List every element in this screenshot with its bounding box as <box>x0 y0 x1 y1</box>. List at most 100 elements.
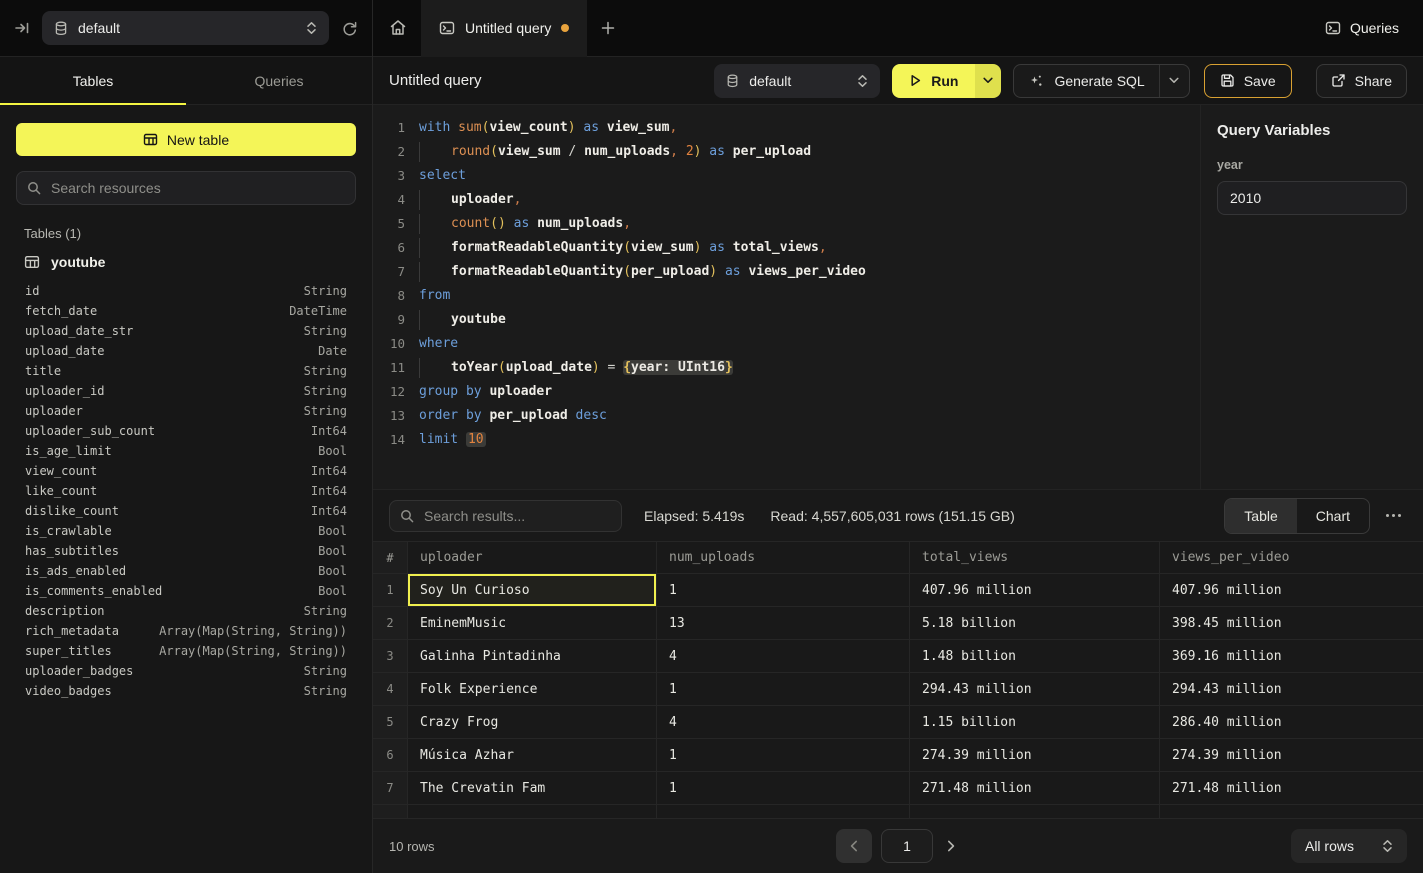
queries-button[interactable]: Queries <box>1325 20 1399 36</box>
table-cell[interactable]: 271.48 million <box>910 772 1160 804</box>
tab-tables[interactable]: Tables <box>0 57 186 104</box>
home-icon[interactable] <box>389 19 407 37</box>
collapse-sidebar-icon[interactable] <box>14 20 30 36</box>
table-cell[interactable]: Folk Experience <box>408 673 657 705</box>
column-type: Int64 <box>311 504 347 518</box>
editor-line[interactable]: 11toYear(upload_date) = {year: UInt16} <box>373 356 1200 380</box>
table-header-cell[interactable]: # <box>373 542 408 573</box>
table-cell[interactable]: 5.18 billion <box>910 607 1160 639</box>
line-code: select <box>419 164 466 188</box>
new-tab-icon[interactable] <box>601 21 615 35</box>
results-search[interactable] <box>389 500 622 532</box>
new-table-button[interactable]: New table <box>16 123 356 156</box>
column-name: is_age_limit <box>25 444 112 458</box>
table-cell[interactable]: EminemMusic <box>408 607 657 639</box>
query-tabbar: Untitled query Queries <box>373 0 1423 57</box>
save-button-label: Save <box>1244 73 1276 89</box>
sql-editor[interactable]: 1with sum(view_count) as view_sum,2round… <box>373 105 1200 489</box>
table-cell[interactable]: 1 <box>657 673 910 705</box>
tab-queries[interactable]: Queries <box>186 57 372 104</box>
table-cell[interactable]: 398.45 million <box>1160 607 1423 639</box>
run-options-button[interactable] <box>975 64 1001 98</box>
page-number-input[interactable]: 1 <box>881 829 933 863</box>
table-cell[interactable]: Galinha Pintadinha <box>408 640 657 672</box>
table-cell[interactable]: 407.96 million <box>910 574 1160 606</box>
query-title: Untitled query <box>389 72 482 89</box>
column-row: super_titlesArray(Map(String, String)) <box>25 641 347 661</box>
editor-line[interactable]: 4uploader, <box>373 188 1200 212</box>
table-cell[interactable]: 1.48 billion <box>910 640 1160 672</box>
toolbar-database-selector[interactable]: default <box>714 64 880 98</box>
editor-line[interactable]: 10where <box>373 332 1200 356</box>
line-code: youtube <box>419 308 506 332</box>
editor-line[interactable]: 3select <box>373 164 1200 188</box>
run-button[interactable]: Run <box>892 64 975 98</box>
table-cell[interactable]: 286.40 million <box>1160 706 1423 738</box>
editor-line[interactable]: 2round(view_sum / num_uploads, 2) as per… <box>373 140 1200 164</box>
column-row: rich_metadataArray(Map(String, String)) <box>25 621 347 641</box>
results-search-input[interactable] <box>422 507 611 525</box>
table-cell[interactable]: 407.96 million <box>1160 574 1423 606</box>
chevron-down-icon <box>1169 77 1179 84</box>
table-cell[interactable]: 294.43 million <box>1160 673 1423 705</box>
database-selector[interactable]: default <box>42 11 329 45</box>
more-options-icon[interactable] <box>1386 514 1401 517</box>
previous-page-button[interactable] <box>836 829 872 863</box>
table-cell[interactable]: 294.43 million <box>910 673 1160 705</box>
table-cell[interactable]: 274.39 million <box>910 739 1160 771</box>
refresh-icon[interactable] <box>341 20 358 37</box>
table-icon <box>24 254 40 270</box>
resources-search-input[interactable] <box>49 179 345 197</box>
column-type: String <box>304 404 347 418</box>
page-size-selector[interactable]: All rows <box>1291 829 1407 863</box>
table-cell[interactable]: 369.16 million <box>1160 640 1423 672</box>
table-cell[interactable]: 1 <box>657 739 910 771</box>
generate-sql-options-button[interactable] <box>1159 65 1189 97</box>
editor-section: 1with sum(view_count) as view_sum,2round… <box>373 105 1423 490</box>
editor-line[interactable]: 1with sum(view_count) as view_sum, <box>373 116 1200 140</box>
resources-search[interactable] <box>16 171 356 205</box>
table-cell[interactable]: Crazy Frog <box>408 706 657 738</box>
table-item-youtube[interactable]: youtube <box>16 250 356 274</box>
line-number: 8 <box>373 284 405 308</box>
column-type: String <box>304 384 347 398</box>
table-cell[interactable]: Soy Un Curioso <box>408 574 657 606</box>
editor-line[interactable]: 7formatReadableQuantity(per_upload) as v… <box>373 260 1200 284</box>
column-row: upload_date_strString <box>25 321 347 341</box>
table-cell[interactable]: 4 <box>657 706 910 738</box>
line-code: with sum(view_count) as view_sum, <box>419 116 677 140</box>
table-cell[interactable]: Música Azhar <box>408 739 657 771</box>
column-row: idString <box>25 281 347 301</box>
table-cell[interactable]: The Crevatin Fam <box>408 772 657 804</box>
save-button[interactable]: Save <box>1204 64 1292 98</box>
table-cell[interactable]: 271.48 million <box>1160 772 1423 804</box>
generate-sql-button[interactable]: Generate SQL <box>1014 65 1158 97</box>
table-cell[interactable]: 13 <box>657 607 910 639</box>
view-tab-chart[interactable]: Chart <box>1297 499 1369 533</box>
editor-line[interactable]: 13order by per_upload desc <box>373 404 1200 428</box>
console-icon <box>439 20 455 36</box>
editor-line[interactable]: 5count() as num_uploads, <box>373 212 1200 236</box>
table-cell[interactable]: 1.15 billion <box>910 706 1160 738</box>
results-toolbar: Elapsed: 5.419s Read: 4,557,605,031 rows… <box>373 490 1423 541</box>
query-tab[interactable]: Untitled query <box>421 0 587 57</box>
table-header-cell[interactable]: num_uploads <box>657 542 910 573</box>
table-cell[interactable]: 1 <box>657 574 910 606</box>
table-header-cell[interactable]: total_views <box>910 542 1160 573</box>
column-name: uploader_sub_count <box>25 424 155 438</box>
column-row: view_countInt64 <box>25 461 347 481</box>
table-header-cell[interactable]: views_per_video <box>1160 542 1423 573</box>
editor-line[interactable]: 6formatReadableQuantity(view_sum) as tot… <box>373 236 1200 260</box>
next-page-button[interactable] <box>942 840 960 852</box>
editor-line[interactable]: 8from <box>373 284 1200 308</box>
editor-line[interactable]: 9youtube <box>373 308 1200 332</box>
view-tab-table[interactable]: Table <box>1225 499 1296 533</box>
variable-input-year[interactable] <box>1217 181 1407 215</box>
share-button[interactable]: Share <box>1316 64 1407 98</box>
table-header-cell[interactable]: uploader <box>408 542 657 573</box>
table-cell[interactable]: 274.39 million <box>1160 739 1423 771</box>
table-cell[interactable]: 4 <box>657 640 910 672</box>
table-cell[interactable]: 1 <box>657 772 910 804</box>
editor-line[interactable]: 12group by uploader <box>373 380 1200 404</box>
editor-line[interactable]: 14limit 10 <box>373 428 1200 452</box>
